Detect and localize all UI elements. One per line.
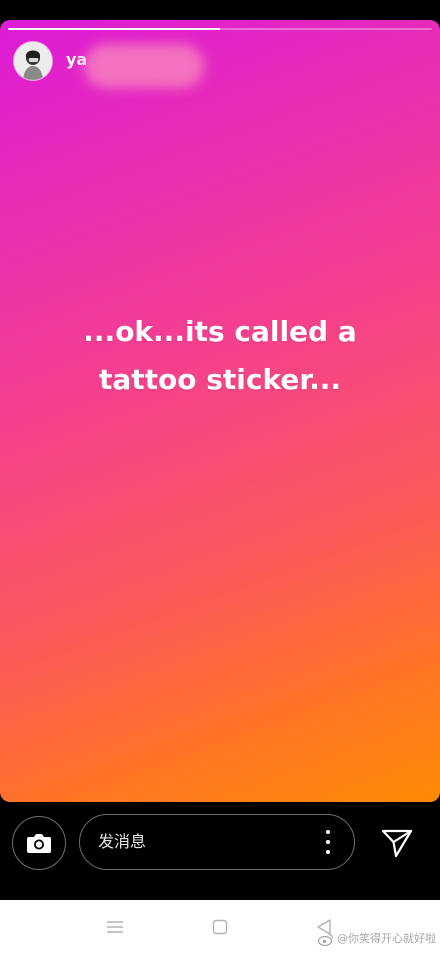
more-vertical-icon-dot — [326, 850, 330, 854]
message-input[interactable]: 发消息 — [79, 814, 355, 870]
avatar-image — [14, 42, 52, 80]
nav-home-button[interactable] — [208, 915, 232, 939]
story-card[interactable]: ya ...ok...its called a tattoo sticker..… — [0, 20, 440, 802]
message-placeholder: 发消息 — [98, 832, 147, 851]
more-vertical-icon-dot — [326, 830, 330, 834]
menu-icon — [107, 921, 123, 933]
story-text-line-2: tattoo sticker... — [98, 363, 342, 396]
story-text: ...ok...its called a tattoo sticker... — [40, 308, 400, 404]
weibo-watermark: @你笑得开心就好啦 — [318, 931, 436, 947]
camera-button[interactable] — [12, 816, 66, 870]
home-square-icon — [212, 919, 228, 935]
more-vertical-icon-dot — [326, 840, 330, 844]
status-bar — [0, 0, 440, 20]
more-options-button[interactable] — [318, 830, 338, 854]
username-redaction-blur — [84, 44, 204, 88]
story-progress-fill — [8, 28, 220, 30]
profile-avatar[interactable] — [14, 42, 52, 80]
story-progress-bar — [8, 28, 432, 30]
watermark-text: @你笑得开心就好啦 — [337, 932, 436, 945]
send-button[interactable] — [374, 820, 420, 866]
camera-icon — [27, 834, 51, 853]
nav-menu-button[interactable] — [103, 915, 127, 939]
weibo-logo-icon — [318, 933, 334, 946]
system-nav-bar: @你笑得开心就好啦 — [0, 900, 440, 954]
reply-bar: 发消息 — [0, 802, 440, 900]
story-text-line-1: ...ok...its called a — [83, 315, 357, 348]
send-icon — [381, 829, 413, 858]
